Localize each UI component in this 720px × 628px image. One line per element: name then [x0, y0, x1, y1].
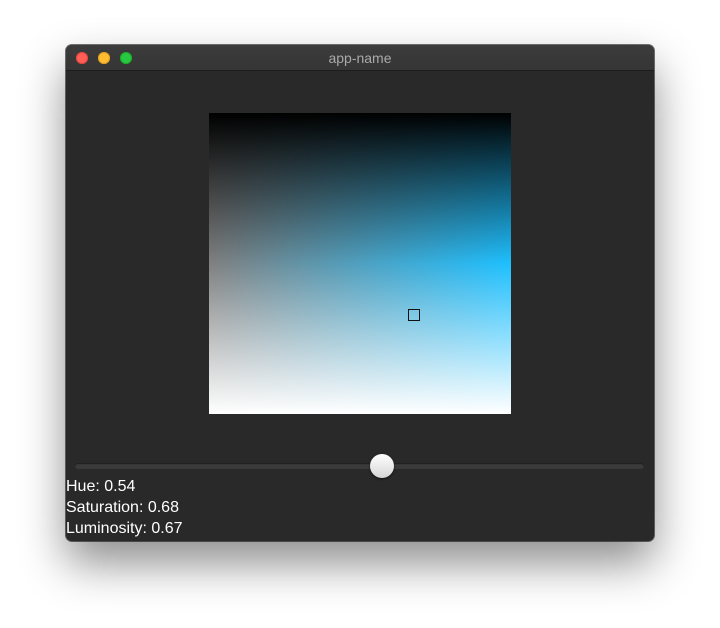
hue-readout: Hue: 0.54	[66, 478, 136, 495]
saturation-readout: Saturation: 0.68	[66, 499, 179, 516]
luminosity-readout: Luminosity: 0.67	[66, 520, 183, 537]
app-window: app-name Hue: 0.54 Saturation: 0.68 Lumi…	[66, 45, 654, 541]
hue-slider-track[interactable]	[75, 463, 644, 469]
title-bar[interactable]: app-name	[66, 45, 654, 71]
saturation-luminosity-picker[interactable]	[209, 113, 511, 414]
picker-cursor[interactable]	[408, 308, 421, 321]
luminosity-gradient-layer	[209, 113, 511, 414]
hue-slider-knob[interactable]	[370, 454, 395, 478]
window-title: app-name	[328, 50, 392, 66]
